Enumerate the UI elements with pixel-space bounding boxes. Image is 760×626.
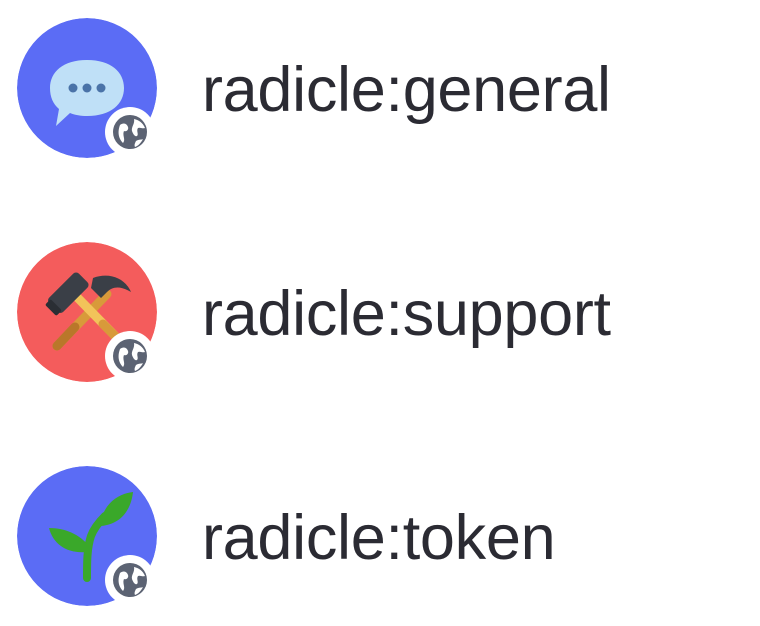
globe-icon: [104, 554, 156, 606]
channel-name: radicle:support: [202, 279, 611, 349]
channel-list: radicle:general radicle:support radicle:…: [0, 0, 760, 626]
channel-item-support[interactable]: radicle:support: [0, 242, 760, 392]
channel-name: radicle:token: [202, 503, 556, 573]
channel-avatar: [17, 466, 177, 626]
channel-avatar: [17, 242, 177, 402]
channel-item-general[interactable]: radicle:general: [0, 18, 760, 168]
channel-avatar: [17, 18, 177, 178]
channel-name: radicle:general: [202, 55, 611, 125]
channel-item-token[interactable]: radicle:token: [0, 466, 760, 616]
globe-icon: [104, 330, 156, 382]
globe-icon: [104, 106, 156, 158]
